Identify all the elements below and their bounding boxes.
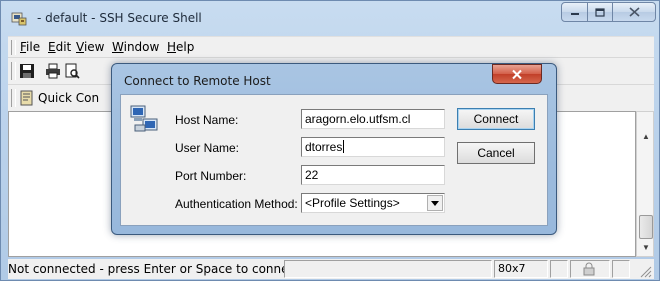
- quick-connect-button[interactable]: Quick Con: [38, 91, 99, 105]
- connect-button[interactable]: Connect: [457, 108, 535, 130]
- status-cell-end: [612, 260, 630, 278]
- user-name-value: dtorres: [305, 140, 343, 154]
- port-number-field[interactable]: 22: [301, 165, 445, 185]
- close-icon: [512, 69, 522, 79]
- auth-method-select[interactable]: <Profile Settings>: [301, 193, 445, 213]
- scroll-down-icon[interactable]: ▼: [642, 243, 650, 252]
- status-terminal-size: 80x7: [494, 260, 548, 278]
- status-message: Not connected - press Enter or Space to …: [8, 262, 284, 276]
- host-name-label: Host Name:: [175, 113, 239, 127]
- status-cell-blank: [284, 260, 492, 278]
- ssh-app-icon: [11, 12, 27, 26]
- toolbar-grip[interactable]: [11, 62, 16, 80]
- cancel-button[interactable]: Cancel: [457, 142, 535, 164]
- user-name-field[interactable]: dtorres: [301, 137, 445, 157]
- close-button[interactable]: [612, 2, 656, 22]
- maximize-button[interactable]: [587, 2, 613, 22]
- menu-grip[interactable]: [11, 40, 16, 55]
- main-window: - default - SSH Secure Shell File Edit V…: [0, 0, 660, 281]
- user-name-label: User Name:: [175, 141, 240, 155]
- dialog-body: Host Name: aragorn.elo.utfsm.cl User Nam…: [120, 94, 548, 226]
- minimize-icon: [570, 13, 579, 15]
- close-icon: [628, 7, 640, 17]
- save-icon[interactable]: [19, 63, 35, 79]
- status-bar: Not connected - press Enter or Space to …: [8, 259, 654, 279]
- print-preview-icon[interactable]: [64, 63, 80, 79]
- menu-file[interactable]: File: [20, 40, 40, 54]
- host-name-field[interactable]: aragorn.elo.utfsm.cl: [301, 109, 445, 129]
- lock-icon: [583, 262, 595, 276]
- text-caret: [343, 140, 345, 153]
- minimize-button[interactable]: [561, 2, 588, 22]
- menu-bar: File Edit View Window Help: [8, 36, 654, 57]
- dialog-close-button[interactable]: [492, 64, 542, 84]
- menu-edit[interactable]: Edit: [48, 40, 71, 54]
- menu-window[interactable]: Window: [112, 40, 159, 54]
- network-computers-icon: [130, 105, 158, 132]
- resize-grip-icon[interactable]: [638, 264, 652, 278]
- maximize-icon: [595, 7, 605, 17]
- vertical-scrollbar[interactable]: ▲ ▼: [636, 111, 654, 257]
- auth-method-value: <Profile Settings>: [305, 196, 400, 210]
- chevron-down-icon: [431, 200, 439, 206]
- window-title: - default - SSH Secure Shell: [37, 11, 202, 25]
- connect-dialog: Connect to Remote Host Host Name: aragor…: [111, 63, 557, 235]
- dialog-title: Connect to Remote Host: [124, 74, 271, 88]
- print-icon[interactable]: [45, 63, 61, 79]
- menu-view[interactable]: View: [76, 40, 104, 54]
- auth-method-label: Authentication Method:: [175, 197, 298, 211]
- menu-help[interactable]: Help: [167, 40, 194, 54]
- scroll-up-icon[interactable]: ▲: [642, 132, 650, 141]
- scroll-thumb[interactable]: [639, 215, 653, 239]
- status-cell-small: [550, 260, 568, 278]
- quick-connect-icon[interactable]: [19, 90, 35, 106]
- dropdown-button[interactable]: [427, 195, 443, 211]
- port-number-label: Port Number:: [175, 169, 247, 183]
- title-bar[interactable]: - default - SSH Secure Shell: [1, 1, 659, 35]
- status-cell-icon: [570, 260, 610, 278]
- toolbar-grip-2[interactable]: [11, 89, 16, 107]
